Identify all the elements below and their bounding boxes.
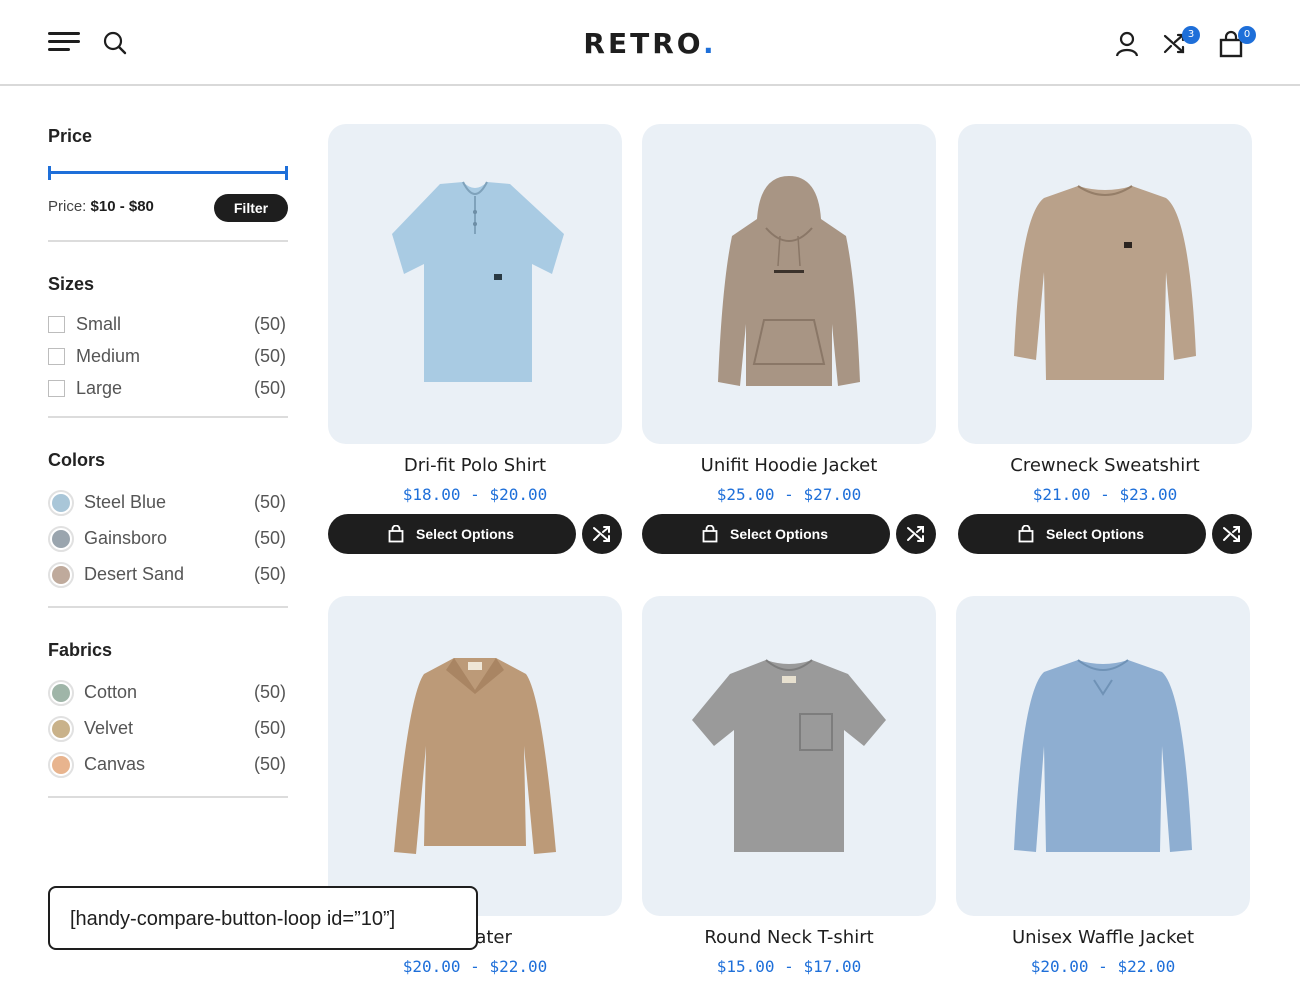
price-range-slider[interactable]	[48, 166, 288, 180]
shuffle-icon	[593, 526, 610, 542]
compare-button[interactable]	[896, 514, 936, 554]
checkbox[interactable]	[48, 380, 65, 397]
user-icon[interactable]	[1114, 30, 1140, 58]
bag-icon[interactable]: 0	[1218, 26, 1256, 58]
product-price: $20.00 - $22.00	[402, 957, 548, 976]
compare-button[interactable]	[582, 514, 622, 554]
select-options-button[interactable]: Select Options	[328, 514, 576, 554]
product-image-crewneck[interactable]	[958, 124, 1252, 444]
colors-heading: Colors	[48, 450, 106, 470]
product-price: $21.00 - $23.00	[1032, 485, 1178, 504]
fabric-swatch[interactable]	[48, 680, 74, 706]
color-option-steel-blue[interactable]: Steel Blue (50)	[48, 490, 288, 516]
product-title[interactable]: Dri-fit Polo Shirt	[328, 455, 622, 476]
bag-icon	[388, 525, 404, 543]
product-title[interactable]: Unifit Hoodie Jacket	[642, 455, 936, 476]
select-options-button[interactable]: Select Options	[642, 514, 890, 554]
site-logo[interactable]: RETRO.	[0, 27, 1300, 60]
slider-track	[48, 171, 288, 174]
fabric-swatch[interactable]	[48, 752, 74, 778]
compare-count-badge: 3	[1182, 26, 1200, 44]
site-header: RETRO. 3 0	[0, 0, 1300, 86]
slider-max-handle[interactable]	[285, 166, 288, 180]
product-price: $25.00 - $27.00	[716, 485, 862, 504]
compare-icon[interactable]: 3	[1162, 26, 1200, 58]
color-swatch[interactable]	[48, 526, 74, 552]
fabric-option-canvas[interactable]: Canvas (50)	[48, 752, 288, 778]
fabric-option-cotton[interactable]: Cotton (50)	[48, 680, 288, 706]
bag-icon	[702, 525, 718, 543]
compare-button[interactable]	[1212, 514, 1252, 554]
price-range-text: Price: $10 - $80	[48, 198, 154, 215]
product-image-tshirt[interactable]	[642, 596, 936, 916]
color-swatch[interactable]	[48, 490, 74, 516]
size-option-medium[interactable]: Medium (50)	[48, 344, 288, 368]
fabric-option-velvet[interactable]: Velvet (50)	[48, 716, 288, 742]
product-title[interactable]: Crewneck Sweatshirt	[958, 455, 1252, 476]
product-title[interactable]: Unisex Waffle Jacket	[956, 927, 1250, 948]
checkbox[interactable]	[48, 316, 65, 333]
cart-count-badge: 0	[1238, 26, 1256, 44]
select-options-button[interactable]: Select Options	[958, 514, 1206, 554]
size-option-small[interactable]: Small (50)	[48, 312, 288, 336]
divider	[48, 606, 288, 608]
shortcode-callout: [handy-compare-button-loop id=”10”]	[48, 886, 478, 950]
sizes-heading: Sizes	[48, 274, 95, 294]
divider	[48, 796, 288, 798]
product-image-polo[interactable]	[328, 124, 622, 444]
fabrics-heading: Fabrics	[48, 640, 113, 660]
product-image-sweater[interactable]	[328, 596, 622, 916]
color-option-gainsboro[interactable]: Gainsboro (50)	[48, 526, 288, 552]
bag-icon	[1018, 525, 1034, 543]
slider-min-handle[interactable]	[48, 166, 51, 180]
product-image-waffle[interactable]	[956, 596, 1250, 916]
filter-button[interactable]: Filter	[214, 194, 288, 222]
shuffle-icon	[907, 526, 924, 542]
divider	[48, 240, 288, 242]
product-price: $20.00 - $22.00	[1030, 957, 1176, 976]
divider	[48, 416, 288, 418]
color-option-desert-sand[interactable]: Desert Sand (50)	[48, 562, 288, 588]
product-title[interactable]: Round Neck T-shirt	[642, 927, 936, 948]
fabric-swatch[interactable]	[48, 716, 74, 742]
product-price: $15.00 - $17.00	[716, 957, 862, 976]
shuffle-icon	[1223, 526, 1240, 542]
product-image-hoodie[interactable]	[642, 124, 936, 444]
product-price: $18.00 - $20.00	[402, 485, 548, 504]
color-swatch[interactable]	[48, 562, 74, 588]
size-option-large[interactable]: Large (50)	[48, 376, 288, 400]
checkbox[interactable]	[48, 348, 65, 365]
price-heading: Price	[48, 126, 93, 146]
